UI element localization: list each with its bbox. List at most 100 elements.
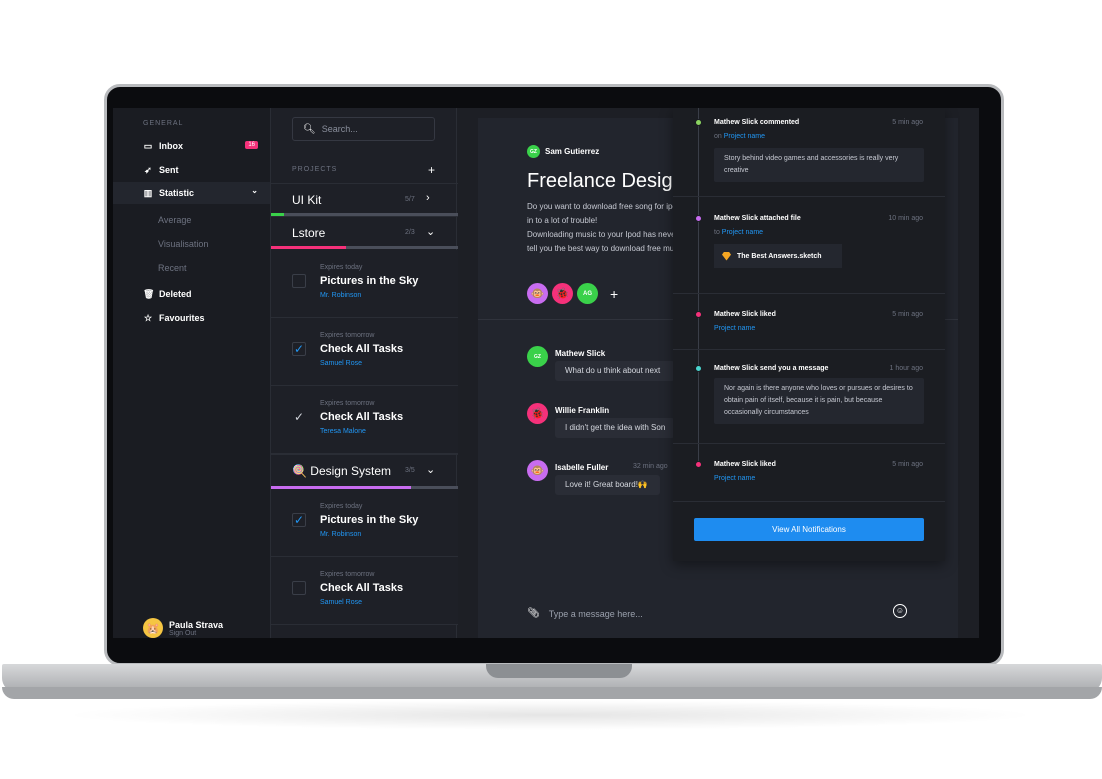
- attached-file[interactable]: The Best Answers.sketch: [714, 244, 842, 268]
- post-line: Downloading music to your Ipod has never…: [527, 230, 675, 239]
- sidebar-subitem-recent[interactable]: Recent: [158, 263, 187, 273]
- project-row-design-system[interactable]: 🍭 Design System 3/5 ⌄: [271, 454, 458, 489]
- post-author[interactable]: GZ Sam Gutierrez: [527, 145, 599, 158]
- notification-item[interactable]: Mathew Slick send you a message 1 hour a…: [673, 361, 945, 444]
- avatar[interactable]: AG: [577, 283, 598, 304]
- task-assignee[interactable]: Samuel Rose: [320, 599, 362, 606]
- avatar: GZ: [527, 346, 548, 367]
- project-row-ui-kit[interactable]: UI Kit 5/7 ›: [271, 183, 458, 216]
- message-preview: Nor again is there anyone who loves or p…: [714, 378, 924, 424]
- status-dot: [695, 365, 702, 372]
- sidebar-section-label: GENERAL: [143, 120, 184, 127]
- task-assignee[interactable]: Teresa Malone: [320, 428, 366, 435]
- project-name-text: Design System: [310, 464, 391, 478]
- project-link[interactable]: Project name: [722, 229, 763, 236]
- project-link[interactable]: Project name: [724, 133, 765, 140]
- sidebar-item-label: Statistic: [159, 188, 195, 198]
- sidebar-item-inbox[interactable]: ▭ Inbox 16: [143, 138, 258, 154]
- status-dot: [695, 461, 702, 468]
- notification-time: 5 min ago: [892, 119, 923, 126]
- sketch-file-icon: [722, 251, 731, 261]
- project-count: 3/5: [405, 467, 415, 474]
- avatar[interactable]: 🐵: [527, 283, 548, 304]
- member-avatars: 🐵 🐞 AG +: [527, 283, 618, 304]
- trash-icon: 🗑: [143, 289, 155, 299]
- task-assignee[interactable]: Mr. Robinson: [320, 292, 361, 299]
- task-assignee[interactable]: Mr. Robinson: [320, 531, 361, 538]
- notification-time: 5 min ago: [892, 311, 923, 318]
- notification-title: Mathew Slick liked: [714, 461, 776, 468]
- notification-subtitle: on Project name: [714, 133, 765, 140]
- project-link[interactable]: Project name: [714, 475, 755, 482]
- sidebar-item-label: Deleted: [159, 289, 192, 299]
- message-bubble: I didn't get the idea with Son: [555, 418, 675, 438]
- notification-item[interactable]: Mathew Slick commented 5 min ago on Proj…: [673, 115, 945, 197]
- sidebar-item-deleted[interactable]: 🗑 Deleted: [143, 286, 258, 302]
- sidebar-item-statistic[interactable]: ▥ Statistic ⌄: [143, 185, 258, 201]
- notifications-panel: Mathew Slick commented 5 min ago on Proj…: [673, 108, 945, 561]
- chevron-right-icon: ›: [426, 192, 430, 204]
- search-icon: 🔍︎: [303, 123, 316, 135]
- laptop-notch: [486, 664, 632, 678]
- sidebar-item-favourites[interactable]: ☆ Favourites: [143, 310, 258, 326]
- notification-item[interactable]: Mathew Slick attached file 10 min ago to…: [673, 211, 945, 294]
- project-name: Lstore: [292, 226, 326, 240]
- task-title: Check All Tasks: [320, 411, 404, 423]
- task-card[interactable]: ✓ Expires tomorrow Check All Tasks Samue…: [271, 318, 458, 386]
- message-composer[interactable]: 📎︎ Type a message here...: [527, 608, 643, 619]
- task-checkbox[interactable]: ✓: [292, 410, 306, 424]
- notification-item[interactable]: Mathew Slick liked 5 min ago Project nam…: [673, 457, 945, 502]
- sidebar-subitem-visualisation[interactable]: Visualisation: [158, 239, 208, 249]
- post-line: Do you want to download free song for ip…: [527, 202, 675, 211]
- comment-box: Story behind video games and accessories…: [714, 148, 924, 182]
- laptop-shadow: [60, 700, 1040, 730]
- notification-item[interactable]: Mathew Slick liked 5 min ago Project nam…: [673, 307, 945, 350]
- page-title: Freelance Design: [527, 170, 675, 192]
- notification-prefix: to: [714, 229, 720, 236]
- task-card[interactable]: Expires today Pictures in the Sky Mr. Ro…: [271, 250, 458, 318]
- task-expiry: Expires tomorrow: [320, 332, 375, 339]
- avatar[interactable]: 🐞: [552, 283, 573, 304]
- task-expiry: Expires tomorrow: [320, 571, 375, 578]
- task-card[interactable]: ✓ Expires tomorrow Check All Tasks Teres…: [271, 386, 458, 454]
- task-checkbox[interactable]: ✓: [292, 513, 306, 527]
- sidebar: GENERAL ▭ Inbox 16 ➶ Sent ▥ Statistic ⌄ …: [113, 108, 270, 638]
- task-checkbox[interactable]: [292, 274, 306, 288]
- task-title: Check All Tasks: [320, 343, 404, 355]
- avatar: 🐞: [527, 403, 548, 424]
- paperclip-icon[interactable]: 📎︎: [527, 608, 540, 619]
- emoji-icon[interactable]: ☺: [893, 604, 907, 618]
- add-project-button[interactable]: +: [428, 163, 435, 177]
- notification-subtitle: to Project name: [714, 229, 763, 236]
- message-author: Willie Franklin: [555, 406, 610, 415]
- project-count: 2/3: [405, 229, 415, 236]
- task-checkbox[interactable]: [292, 581, 306, 595]
- search-input[interactable]: 🔍︎ Search...: [292, 117, 435, 141]
- project-count: 5/7: [405, 196, 415, 203]
- post-line: in to a lot of trouble!: [527, 216, 598, 225]
- chevron-down-icon: ⌄: [426, 464, 436, 476]
- sign-out-link[interactable]: Sign Out: [169, 630, 223, 637]
- user-name: Paula Strava: [169, 619, 224, 630]
- sidebar-subitem-average[interactable]: Average: [158, 215, 191, 225]
- task-assignee[interactable]: Samuel Rose: [320, 360, 362, 367]
- user-profile[interactable]: 🐹 Paula Strava Sign Out: [143, 618, 223, 638]
- sidebar-item-sent[interactable]: ➶ Sent: [143, 162, 258, 178]
- projects-panel: 🔍︎ Search... PROJECTS + UI Kit 5/7 › Lst…: [270, 108, 458, 638]
- view-all-notifications-button[interactable]: View All Notifications: [694, 518, 924, 541]
- task-expiry: Expires today: [320, 264, 363, 271]
- message-bubble: What do u think about next: [555, 361, 675, 381]
- app-screen: GENERAL ▭ Inbox 16 ➶ Sent ▥ Statistic ⌄ …: [113, 108, 979, 638]
- notification-title: Mathew Slick send you a message: [714, 365, 829, 372]
- task-card[interactable]: Expires tomorrow Check All Tasks Samuel …: [271, 557, 458, 625]
- add-member-button[interactable]: +: [610, 286, 618, 302]
- message-author: Isabelle Fuller: [555, 463, 609, 472]
- task-checkbox[interactable]: ✓: [292, 342, 306, 356]
- task-card[interactable]: ✓ Expires today Pictures in the Sky Mr. …: [271, 489, 458, 557]
- composer-placeholder: Type a message here...: [548, 608, 643, 619]
- status-dot: [695, 119, 702, 126]
- notification-title: Mathew Slick liked: [714, 311, 776, 318]
- project-row-lstore[interactable]: Lstore 2/3 ⌄: [271, 216, 458, 249]
- project-link[interactable]: Project name: [714, 325, 755, 332]
- project-progress-bar: [271, 246, 458, 249]
